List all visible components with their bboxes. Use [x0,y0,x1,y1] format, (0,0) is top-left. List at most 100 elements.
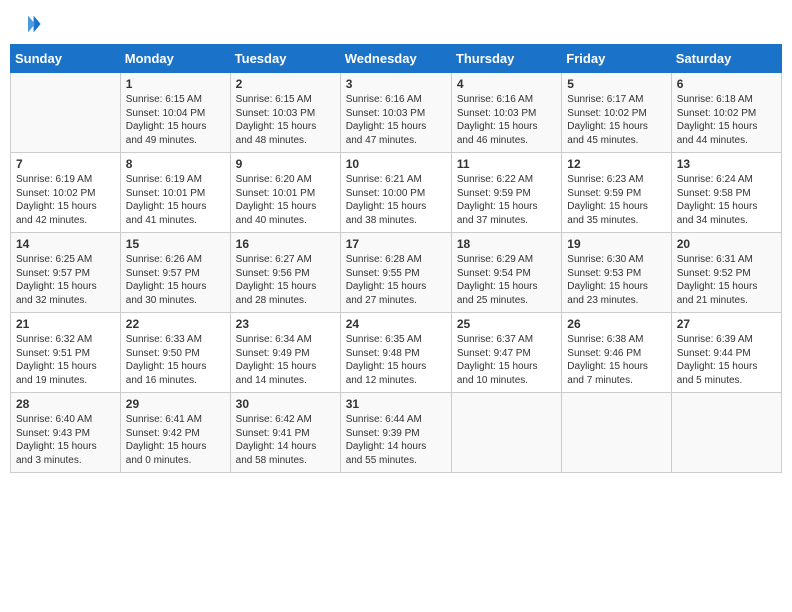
day-number: 20 [677,237,776,251]
day-info: Sunrise: 6:25 AMSunset: 9:57 PMDaylight:… [16,253,115,307]
day-number: 26 [567,317,665,331]
day-cell: 12 Sunrise: 6:23 AMSunset: 9:59 PMDayligh… [562,153,671,233]
day-info: Sunrise: 6:40 AMSunset: 9:43 PMDaylight:… [16,413,115,467]
day-cell: 6Sunrise: 6:18 AMSunset: 10:02 PMDayligh… [671,73,781,153]
day-info: Sunrise: 6:15 AMSunset: 10:03 PMDaylight… [236,93,335,147]
day-info: Sunrise: 6:20 AMSunset: 10:01 PMDaylight… [236,173,335,227]
day-cell: 25 Sunrise: 6:37 AMSunset: 9:47 PMDayligh… [451,313,561,393]
day-info: Sunrise: 6:18 AMSunset: 10:02 PMDaylight… [677,93,776,147]
day-cell: 31Sunrise: 6:44 AMSunset: 9:39 PMDayligh… [340,393,451,473]
day-cell: 21 Sunrise: 6:32 AMSunset: 9:51 PMDayligh… [11,313,121,393]
day-number: 21 [16,317,115,331]
day-info: Sunrise: 6:21 AMSunset: 10:00 PMDaylight… [346,173,446,227]
day-info: Sunrise: 6:27 AMSunset: 9:56 PMDaylight:… [236,253,335,307]
week-row-1: 1 Sunrise: 6:15 AMSunset: 10:04 PMDayligh… [11,73,782,153]
day-cell: 8 Sunrise: 6:19 AMSunset: 10:01 PMDayligh… [120,153,230,233]
day-number: 17 [346,237,446,251]
day-cell: 3Sunrise: 6:16 AMSunset: 10:03 PMDayligh… [340,73,451,153]
day-cell: 16 Sunrise: 6:27 AMSunset: 9:56 PMDayligh… [230,233,340,313]
day-number: 24 [346,317,446,331]
day-number: 15 [126,237,225,251]
day-cell: 7Sunrise: 6:19 AMSunset: 10:02 PMDayligh… [11,153,121,233]
day-number: 29 [126,397,225,411]
week-row-4: 21 Sunrise: 6:32 AMSunset: 9:51 PMDayligh… [11,313,782,393]
day-info: Sunrise: 6:37 AMSunset: 9:47 PMDaylight:… [457,333,556,387]
day-info: Sunrise: 6:23 AMSunset: 9:59 PMDaylight:… [567,173,665,227]
day-info: Sunrise: 6:24 AMSunset: 9:58 PMDaylight:… [677,173,776,227]
day-info: Sunrise: 6:41 AMSunset: 9:42 PMDaylight:… [126,413,225,467]
day-info: Sunrise: 6:30 AMSunset: 9:53 PMDaylight:… [567,253,665,307]
day-info: Sunrise: 6:33 AMSunset: 9:50 PMDaylight:… [126,333,225,387]
day-cell: 13Sunrise: 6:24 AMSunset: 9:58 PMDayligh… [671,153,781,233]
day-info: Sunrise: 6:42 AMSunset: 9:41 PMDaylight:… [236,413,335,467]
day-cell: 5Sunrise: 6:17 AMSunset: 10:02 PMDayligh… [562,73,671,153]
day-cell: 9 Sunrise: 6:20 AMSunset: 10:01 PMDayligh… [230,153,340,233]
day-number: 1 [126,77,225,91]
day-number: 27 [677,317,776,331]
day-number: 22 [126,317,225,331]
day-number: 12 [567,157,665,171]
day-cell: 26 Sunrise: 6:38 AMSunset: 9:46 PMDayligh… [562,313,671,393]
col-header-saturday: Saturday [671,45,781,73]
day-info: Sunrise: 6:19 AMSunset: 10:01 PMDaylight… [126,173,225,227]
day-cell: 20 Sunrise: 6:31 AMSunset: 9:52 PMDayligh… [671,233,781,313]
page-header [10,10,782,38]
day-info: Sunrise: 6:44 AMSunset: 9:39 PMDaylight:… [346,413,446,467]
day-number: 14 [16,237,115,251]
day-cell [451,393,561,473]
day-info: Sunrise: 6:16 AMSunset: 10:03 PMDaylight… [457,93,556,147]
day-info: Sunrise: 6:31 AMSunset: 9:52 PMDaylight:… [677,253,776,307]
day-cell: 27 Sunrise: 6:39 AMSunset: 9:44 PMDayligh… [671,313,781,393]
week-row-2: 7Sunrise: 6:19 AMSunset: 10:02 PMDayligh… [11,153,782,233]
day-number: 5 [567,77,665,91]
day-number: 19 [567,237,665,251]
logo-icon [14,10,42,38]
day-number: 11 [457,157,556,171]
calendar-table: SundayMondayTuesdayWednesdayThursdayFrid… [10,44,782,473]
day-info: Sunrise: 6:32 AMSunset: 9:51 PMDaylight:… [16,333,115,387]
day-info: Sunrise: 6:39 AMSunset: 9:44 PMDaylight:… [677,333,776,387]
day-cell [11,73,121,153]
col-header-thursday: Thursday [451,45,561,73]
day-cell: 10 Sunrise: 6:21 AMSunset: 10:00 PMDaylig… [340,153,451,233]
day-cell: 2Sunrise: 6:15 AMSunset: 10:03 PMDayligh… [230,73,340,153]
day-cell: 19 Sunrise: 6:30 AMSunset: 9:53 PMDayligh… [562,233,671,313]
day-info: Sunrise: 6:35 AMSunset: 9:48 PMDaylight:… [346,333,446,387]
week-row-5: 28 Sunrise: 6:40 AMSunset: 9:43 PMDayligh… [11,393,782,473]
day-info: Sunrise: 6:29 AMSunset: 9:54 PMDaylight:… [457,253,556,307]
day-cell: 18 Sunrise: 6:29 AMSunset: 9:54 PMDayligh… [451,233,561,313]
day-number: 18 [457,237,556,251]
day-number: 7 [16,157,115,171]
day-number: 4 [457,77,556,91]
day-cell: 17Sunrise: 6:28 AMSunset: 9:55 PMDayligh… [340,233,451,313]
col-header-monday: Monday [120,45,230,73]
day-number: 10 [346,157,446,171]
day-cell: 4 Sunrise: 6:16 AMSunset: 10:03 PMDayligh… [451,73,561,153]
day-cell: 23 Sunrise: 6:34 AMSunset: 9:49 PMDayligh… [230,313,340,393]
week-row-3: 14 Sunrise: 6:25 AMSunset: 9:57 PMDayligh… [11,233,782,313]
col-header-friday: Friday [562,45,671,73]
day-number: 3 [346,77,446,91]
day-info: Sunrise: 6:15 AMSunset: 10:04 PMDaylight… [126,93,225,147]
day-cell [562,393,671,473]
col-header-sunday: Sunday [11,45,121,73]
day-info: Sunrise: 6:26 AMSunset: 9:57 PMDaylight:… [126,253,225,307]
day-cell: 30 Sunrise: 6:42 AMSunset: 9:41 PMDayligh… [230,393,340,473]
day-cell: 24 Sunrise: 6:35 AMSunset: 9:48 PMDayligh… [340,313,451,393]
day-cell: 1 Sunrise: 6:15 AMSunset: 10:04 PMDayligh… [120,73,230,153]
day-number: 9 [236,157,335,171]
day-info: Sunrise: 6:34 AMSunset: 9:49 PMDaylight:… [236,333,335,387]
header-row: SundayMondayTuesdayWednesdayThursdayFrid… [11,45,782,73]
col-header-tuesday: Tuesday [230,45,340,73]
day-info: Sunrise: 6:22 AMSunset: 9:59 PMDaylight:… [457,173,556,227]
day-number: 8 [126,157,225,171]
day-info: Sunrise: 6:38 AMSunset: 9:46 PMDaylight:… [567,333,665,387]
logo [14,10,44,38]
day-number: 30 [236,397,335,411]
day-number: 16 [236,237,335,251]
day-cell: 11 Sunrise: 6:22 AMSunset: 9:59 PMDayligh… [451,153,561,233]
day-number: 23 [236,317,335,331]
day-number: 25 [457,317,556,331]
day-number: 28 [16,397,115,411]
col-header-wednesday: Wednesday [340,45,451,73]
